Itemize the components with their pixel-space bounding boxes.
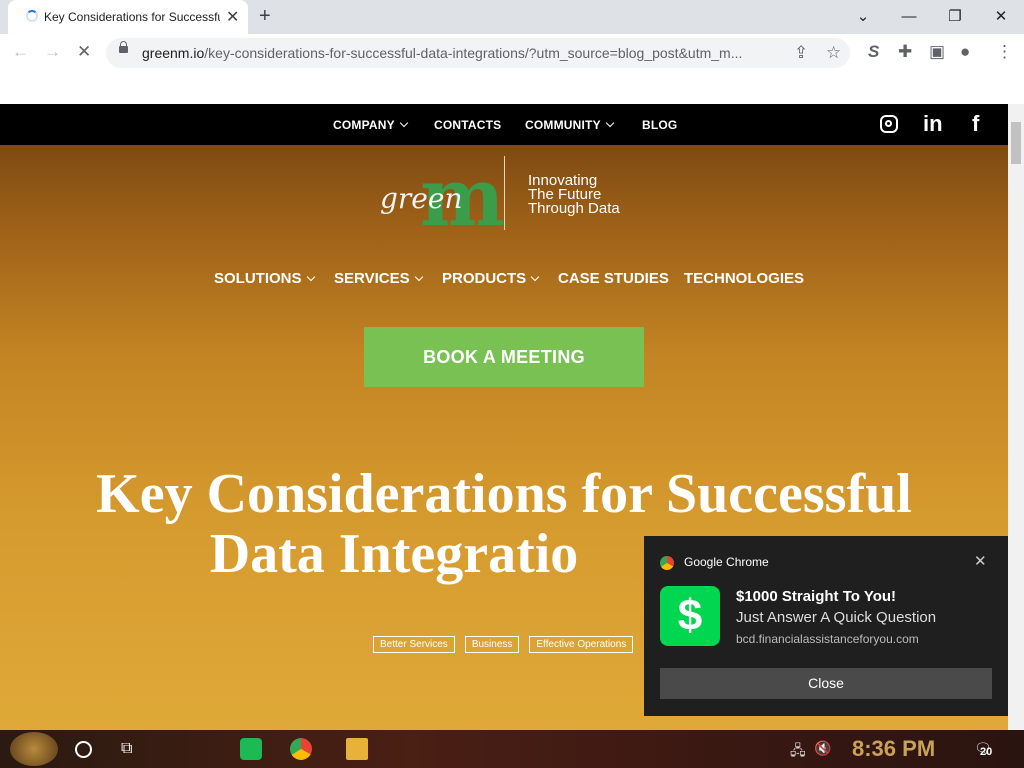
tag-list: Better Services Business Effective Operati… bbox=[373, 634, 643, 653]
nav-services[interactable]: SERVICES bbox=[334, 270, 423, 287]
chevron-down-icon bbox=[530, 272, 540, 282]
task-view-icon[interactable]: ⧉ bbox=[121, 740, 132, 758]
book-meeting-button[interactable]: BOOK A MEETING bbox=[364, 327, 644, 387]
tag-link[interactable]: Better Services bbox=[373, 636, 455, 653]
chevron-down-icon bbox=[605, 118, 615, 128]
notification-title: $1000 Straight To You! bbox=[736, 588, 897, 605]
logo-divider bbox=[504, 156, 505, 230]
tag-link[interactable]: Business bbox=[464, 636, 520, 653]
bookmark-star-icon[interactable]: ☆ bbox=[826, 43, 841, 63]
back-arrow-icon[interactable]: ← bbox=[12, 42, 29, 62]
profile-avatar-icon[interactable]: ● bbox=[960, 42, 970, 62]
chrome-notification[interactable]: Google Chrome ✕ $ $1000 Straight To You!… bbox=[644, 536, 1008, 716]
minimize-button[interactable]: — bbox=[886, 4, 932, 30]
browser-tab[interactable]: Key Considerations for Successful Data I… bbox=[8, 0, 248, 34]
top-navigation: COMPANY CONTACTS COMMUNITY BLOG in f bbox=[0, 104, 1008, 145]
menu-kebab-icon[interactable]: ⋮ bbox=[996, 42, 1013, 62]
start-button[interactable] bbox=[10, 732, 58, 766]
chevron-down-icon bbox=[306, 272, 315, 282]
search-icon[interactable] bbox=[75, 741, 92, 758]
tab-strip: Key Considerations for Successful Data I… bbox=[0, 0, 1024, 34]
logo-tagline: Innovating The Future Through Data bbox=[528, 172, 620, 217]
tab-search-button[interactable]: ⌄ bbox=[840, 4, 886, 30]
extension-s-icon[interactable]: S bbox=[868, 42, 879, 62]
tab-title: Key Considerations for Successful Data I… bbox=[44, 10, 220, 24]
notification-close-button[interactable]: Close bbox=[660, 668, 992, 699]
nav-solutions[interactable]: SOLUTIONS bbox=[214, 270, 315, 287]
nav-contacts[interactable]: CONTACTS bbox=[434, 118, 501, 132]
address-bar[interactable]: greenm.io/key-considerations-for-success… bbox=[106, 38, 850, 68]
forward-arrow-icon[interactable]: → bbox=[44, 42, 61, 62]
nav-case-studies[interactable]: CASE STUDIES bbox=[558, 270, 669, 287]
nav-blog[interactable]: BLOG bbox=[642, 118, 677, 132]
volume-muted-icon[interactable]: 🔇 bbox=[814, 740, 831, 757]
dismiss-icon[interactable]: ✕ bbox=[974, 552, 987, 570]
page-scrollbar[interactable] bbox=[1008, 104, 1024, 730]
chevron-down-icon bbox=[399, 118, 409, 128]
extensions-puzzle-icon[interactable]: ✚ bbox=[898, 42, 912, 62]
linkedin-icon[interactable]: in bbox=[923, 113, 943, 135]
notification-app-name: Google Chrome bbox=[684, 555, 769, 569]
chrome-icon bbox=[660, 556, 674, 570]
facebook-icon[interactable]: f bbox=[972, 113, 979, 135]
nav-community[interactable]: COMMUNITY bbox=[525, 118, 615, 132]
notification-count-badge: 20 bbox=[980, 746, 993, 758]
tag-link[interactable]: Effective Operations bbox=[529, 636, 634, 653]
notification-body: Just Answer A Quick Question bbox=[736, 609, 937, 626]
stop-loading-icon[interactable]: ✕ bbox=[77, 42, 91, 62]
tab-close-icon[interactable]: ✕ bbox=[226, 7, 239, 27]
url-text[interactable]: greenm.io/key-considerations-for-success… bbox=[142, 45, 782, 61]
file-explorer-icon[interactable] bbox=[346, 738, 368, 760]
new-tab-button[interactable]: + bbox=[259, 5, 271, 28]
windows-taskbar: ⧉ 🖧 🔇 8:36 PM 🗨 20 bbox=[0, 730, 1024, 768]
nav-company[interactable]: COMPANY bbox=[333, 118, 409, 132]
notes-app-icon[interactable] bbox=[240, 738, 262, 760]
restore-button[interactable]: ❐ bbox=[932, 4, 978, 30]
chrome-taskbar-icon[interactable] bbox=[290, 738, 312, 760]
clock[interactable]: 8:36 PM bbox=[852, 736, 935, 762]
share-icon[interactable]: ⇪ bbox=[794, 43, 808, 63]
nav-technologies[interactable]: TECHNOLOGIES bbox=[684, 270, 804, 287]
instagram-icon[interactable] bbox=[880, 115, 898, 133]
loading-spinner-icon bbox=[26, 10, 38, 22]
cash-app-icon: $ bbox=[660, 586, 720, 646]
lock-icon[interactable] bbox=[119, 41, 128, 53]
close-window-button[interactable]: ✕ bbox=[978, 4, 1024, 30]
network-icon[interactable]: 🖧 bbox=[790, 740, 806, 764]
logo-wordmark: green bbox=[380, 182, 463, 215]
side-panel-icon[interactable]: ▣ bbox=[929, 42, 945, 62]
browser-toolbar: ← → ✕ greenm.io/key-considerations-for-s… bbox=[0, 34, 1024, 72]
nav-products[interactable]: PRODUCTS bbox=[442, 270, 540, 287]
chevron-down-icon bbox=[414, 272, 423, 282]
scrollbar-thumb[interactable] bbox=[1011, 122, 1021, 164]
notification-source: bcd.financialassistanceforyou.com bbox=[736, 632, 919, 646]
